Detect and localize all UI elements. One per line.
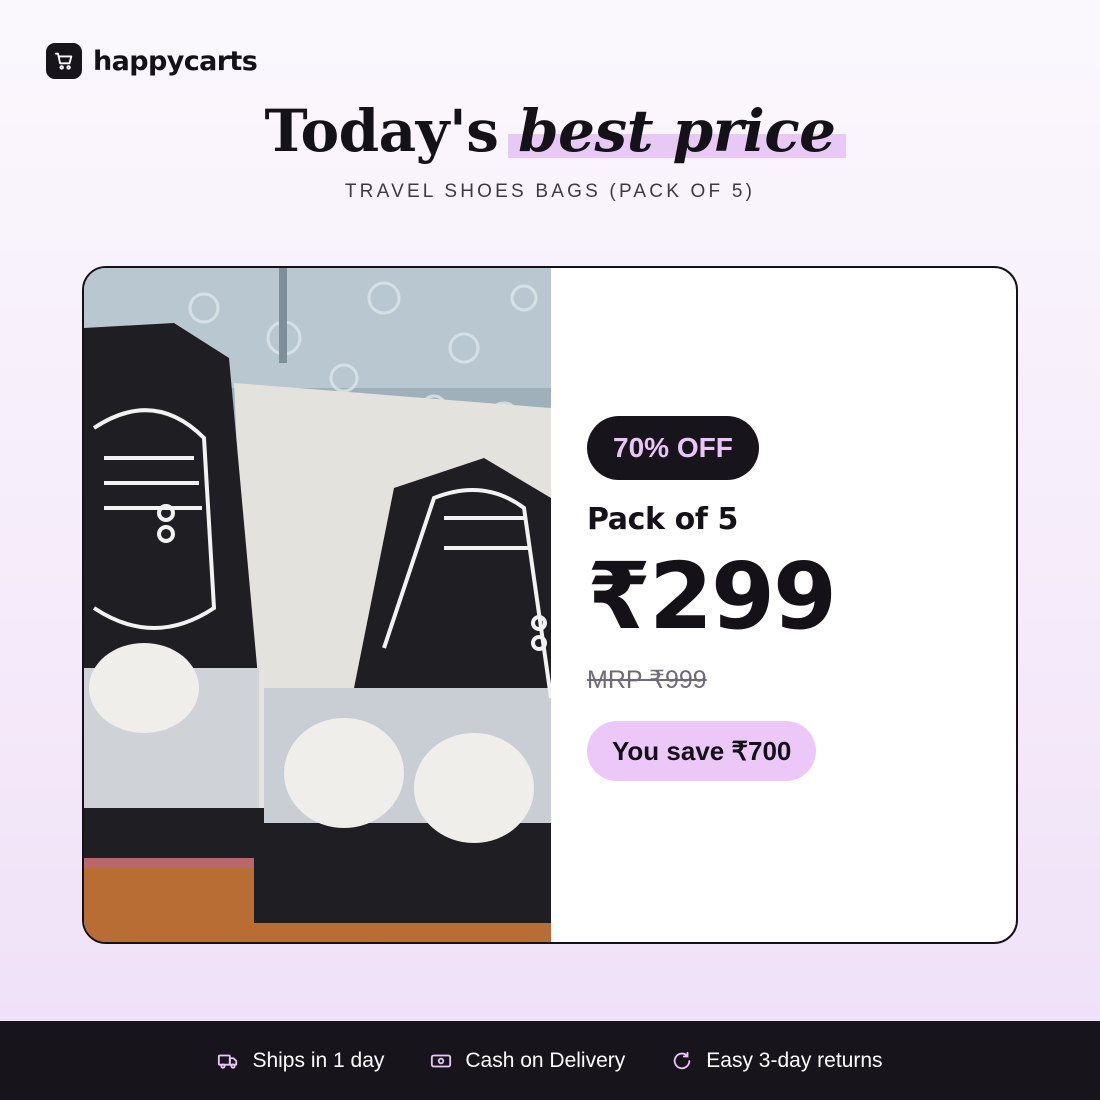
shopping-cart-icon <box>46 43 82 79</box>
savings-badge: You save ₹700 <box>587 721 817 781</box>
feature-label: Cash on Delivery <box>465 1048 626 1072</box>
pack-label: Pack of 5 <box>587 502 738 537</box>
brand-name: happycarts <box>93 45 258 77</box>
product-photo <box>84 268 551 942</box>
product-card[interactable]: 70% OFF Pack of 5 ₹299 MRP ₹999 You save… <box>82 266 1018 944</box>
product-subtitle: TRAVEL SHOES BAGS (PACK OF 5) <box>344 181 756 202</box>
price-panel: 70% OFF Pack of 5 ₹299 MRP ₹999 You save… <box>587 416 837 781</box>
feature-shipping: Ships in 1 day <box>217 1049 384 1073</box>
discount-badge: 70% OFF <box>587 416 759 480</box>
delivery-truck-icon <box>217 1050 239 1072</box>
brand[interactable]: happycarts <box>46 43 258 79</box>
cash-icon <box>430 1050 452 1072</box>
return-arrow-icon <box>671 1050 693 1072</box>
feature-cod: Cash on Delivery <box>430 1049 625 1073</box>
mrp-price: MRP ₹999 <box>587 666 707 694</box>
headline-lead: Today's <box>264 97 499 165</box>
headline: Today's best price <box>0 96 1100 166</box>
feature-returns: Easy 3-day returns <box>671 1048 883 1073</box>
feature-label: Easy 3-day returns <box>706 1048 883 1072</box>
headline-highlight: best price <box>508 97 847 165</box>
feature-label: Ships in 1 day <box>252 1048 385 1072</box>
sale-price: ₹299 <box>587 543 837 650</box>
footer-features: Ships in 1 day Cash on Delivery Easy 3-d… <box>0 1021 1100 1100</box>
